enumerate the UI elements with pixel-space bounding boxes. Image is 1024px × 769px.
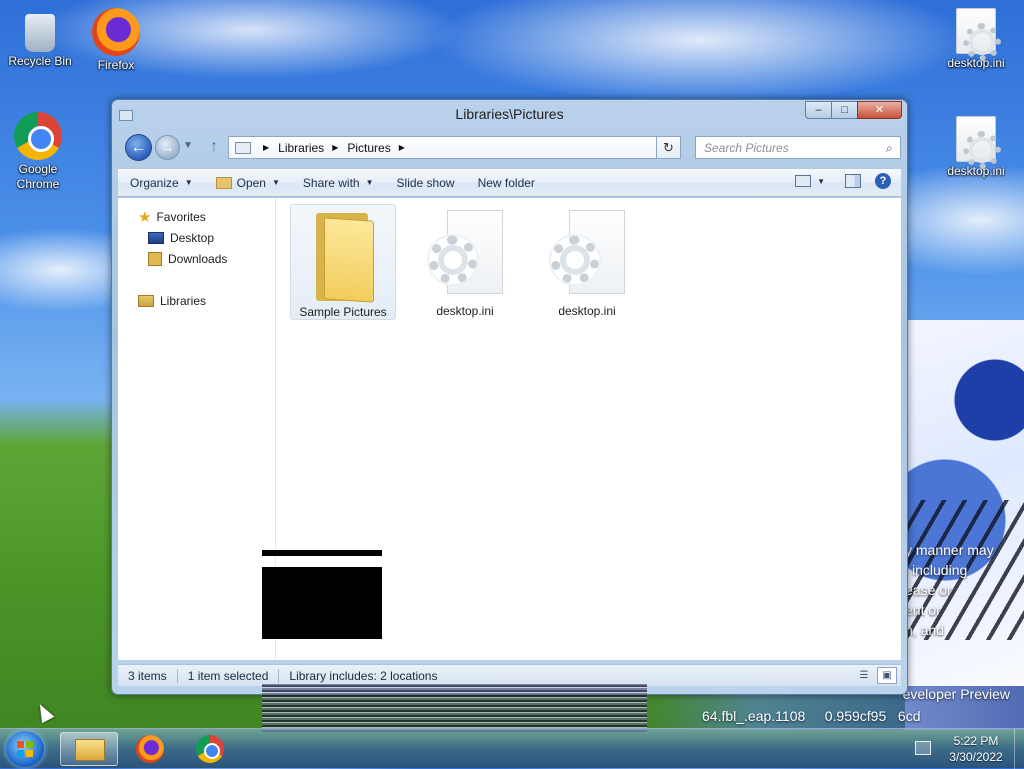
star-icon: ★ [138,209,152,226]
desktop-icon-recycle-bin[interactable]: Recycle Bin [2,8,78,69]
desktop-icon [148,232,164,244]
render-glitch [262,567,382,639]
caption-buttons: – □ ✕ [805,101,902,119]
close-button[interactable]: ✕ [857,101,902,119]
wallpaper-text: l y manner may l including ease or ent o… [905,522,994,638]
folder-icon [312,211,374,303]
taskbar: 5:22 PM 3/30/2022 [0,728,1024,769]
breadcrumb-libraries[interactable]: Libraries [278,141,324,155]
help-icon[interactable]: ? [875,173,891,189]
chrome-icon [196,735,224,763]
taskbar-firefox[interactable] [122,732,180,766]
title-bar[interactable]: Libraries\Pictures – □ ✕ [112,100,907,130]
status-item-count: 3 items [128,668,167,683]
desktop-icon-desktop-ini-2[interactable]: desktop.ini [938,116,1014,179]
command-bar: Organize ▼ Open ▼ Share with ▼ Slide show N… [118,168,901,197]
maximize-button[interactable]: □ [831,101,858,119]
open-folder-icon [215,176,232,189]
file-item-desktop-ini[interactable]: desktop.ini [412,204,518,320]
forward-button[interactable]: → [155,135,180,160]
search-input[interactable]: Search Pictures [695,136,901,159]
nav-item-libraries[interactable]: Libraries [138,294,206,308]
status-bar: 3 items 1 item selected Library includes… [118,664,901,686]
desktop-icon-desktop-ini-1[interactable]: desktop.ini [938,8,1014,71]
address-bar[interactable]: ▶ Libraries ▶ Pictures ▶ ▼ [228,136,680,159]
clock[interactable]: 5:22 PM 3/30/2022 [940,733,1012,765]
breadcrumb-pictures[interactable]: Pictures [347,141,390,155]
start-button[interactable] [6,731,44,767]
breadcrumb-separator-icon[interactable]: ▶ [399,143,405,152]
status-selected: 1 item selected [187,668,269,683]
library-icon [235,141,251,154]
content-area: ★ Favorites Desktop Downloads Libraries … [118,198,901,660]
minimize-button[interactable]: – [805,101,832,119]
up-button[interactable]: ↑ [210,138,218,156]
back-button[interactable]: ← [125,134,152,161]
new-folder-button[interactable]: New folder [478,176,535,190]
explorer-folder-icon [75,739,105,761]
chevron-down-icon: ▼ [271,178,280,187]
firefox-icon [92,8,140,56]
settings-file-icon [547,210,627,300]
explorer-window: Libraries\Pictures – □ ✕ ← → ▼ ↑ ▶ Libra… [111,99,908,695]
file-item-sample-pictures[interactable]: Sample Pictures [290,204,396,320]
open-button[interactable]: Open ▼ [215,176,280,190]
settings-file-icon [956,116,1001,169]
settings-file-icon [956,8,1001,61]
status-divider [278,668,280,683]
nav-item-desktop[interactable]: Desktop [148,231,214,245]
firefox-icon [136,735,164,763]
mouse-cursor-icon [33,700,55,724]
libraries-icon [138,295,154,307]
change-view-icon[interactable] [795,175,812,187]
network-icon[interactable] [915,741,931,755]
organize-button[interactable]: Organize ▼ [130,176,193,190]
navigation-pane: ★ Favorites Desktop Downloads Libraries [118,198,276,660]
window-title: Libraries\Pictures [455,106,564,122]
file-item-desktop-ini[interactable]: desktop.ini [534,204,640,320]
chevron-down-icon: ▼ [365,178,374,187]
taskbar-chrome[interactable] [182,732,240,766]
downloads-icon [148,252,162,266]
render-glitch [262,684,647,732]
status-view-toggles: ☰ ▣ [851,667,897,684]
breadcrumb-separator-icon[interactable]: ▶ [332,143,338,152]
search-icon[interactable]: ⌕ [886,141,894,156]
recent-pages-chevron-icon[interactable]: ▼ [183,140,193,151]
status-library-info[interactable]: Library includes: 2 locations [289,669,437,683]
desktop-icon-firefox[interactable]: Firefox [78,8,154,73]
chevron-down-icon[interactable]: ▼ [817,177,825,186]
show-desktop-button[interactable] [1014,729,1024,769]
desktop-icon-chrome[interactable]: Google Chrome [0,112,76,192]
navigation-bar: ← → ▼ ↑ ▶ Libraries ▶ Pictures ▶ ▼ ↻ Sea… [118,132,901,164]
view-controls: ▼ ? [795,173,891,189]
windows-logo-icon [17,741,33,757]
render-glitch [262,550,382,556]
slide-show-button[interactable]: Slide show [397,176,455,190]
nav-item-favorites[interactable]: ★ Favorites [138,208,206,226]
settings-file-icon [425,210,505,300]
large-icons-view-icon[interactable]: ▣ [877,667,897,684]
nav-item-downloads[interactable]: Downloads [148,252,227,266]
status-divider [176,668,178,683]
chrome-icon [14,112,62,160]
recycle-bin-icon [25,14,55,52]
share-with-button[interactable]: Share with ▼ [303,176,374,190]
refresh-button[interactable]: ↻ [656,136,681,159]
taskbar-explorer[interactable] [60,732,118,766]
details-view-icon[interactable]: ☰ [854,667,874,684]
breadcrumb-separator-icon[interactable]: ▶ [263,143,269,152]
chevron-down-icon: ▼ [184,178,193,187]
preview-pane-icon[interactable] [845,174,861,188]
